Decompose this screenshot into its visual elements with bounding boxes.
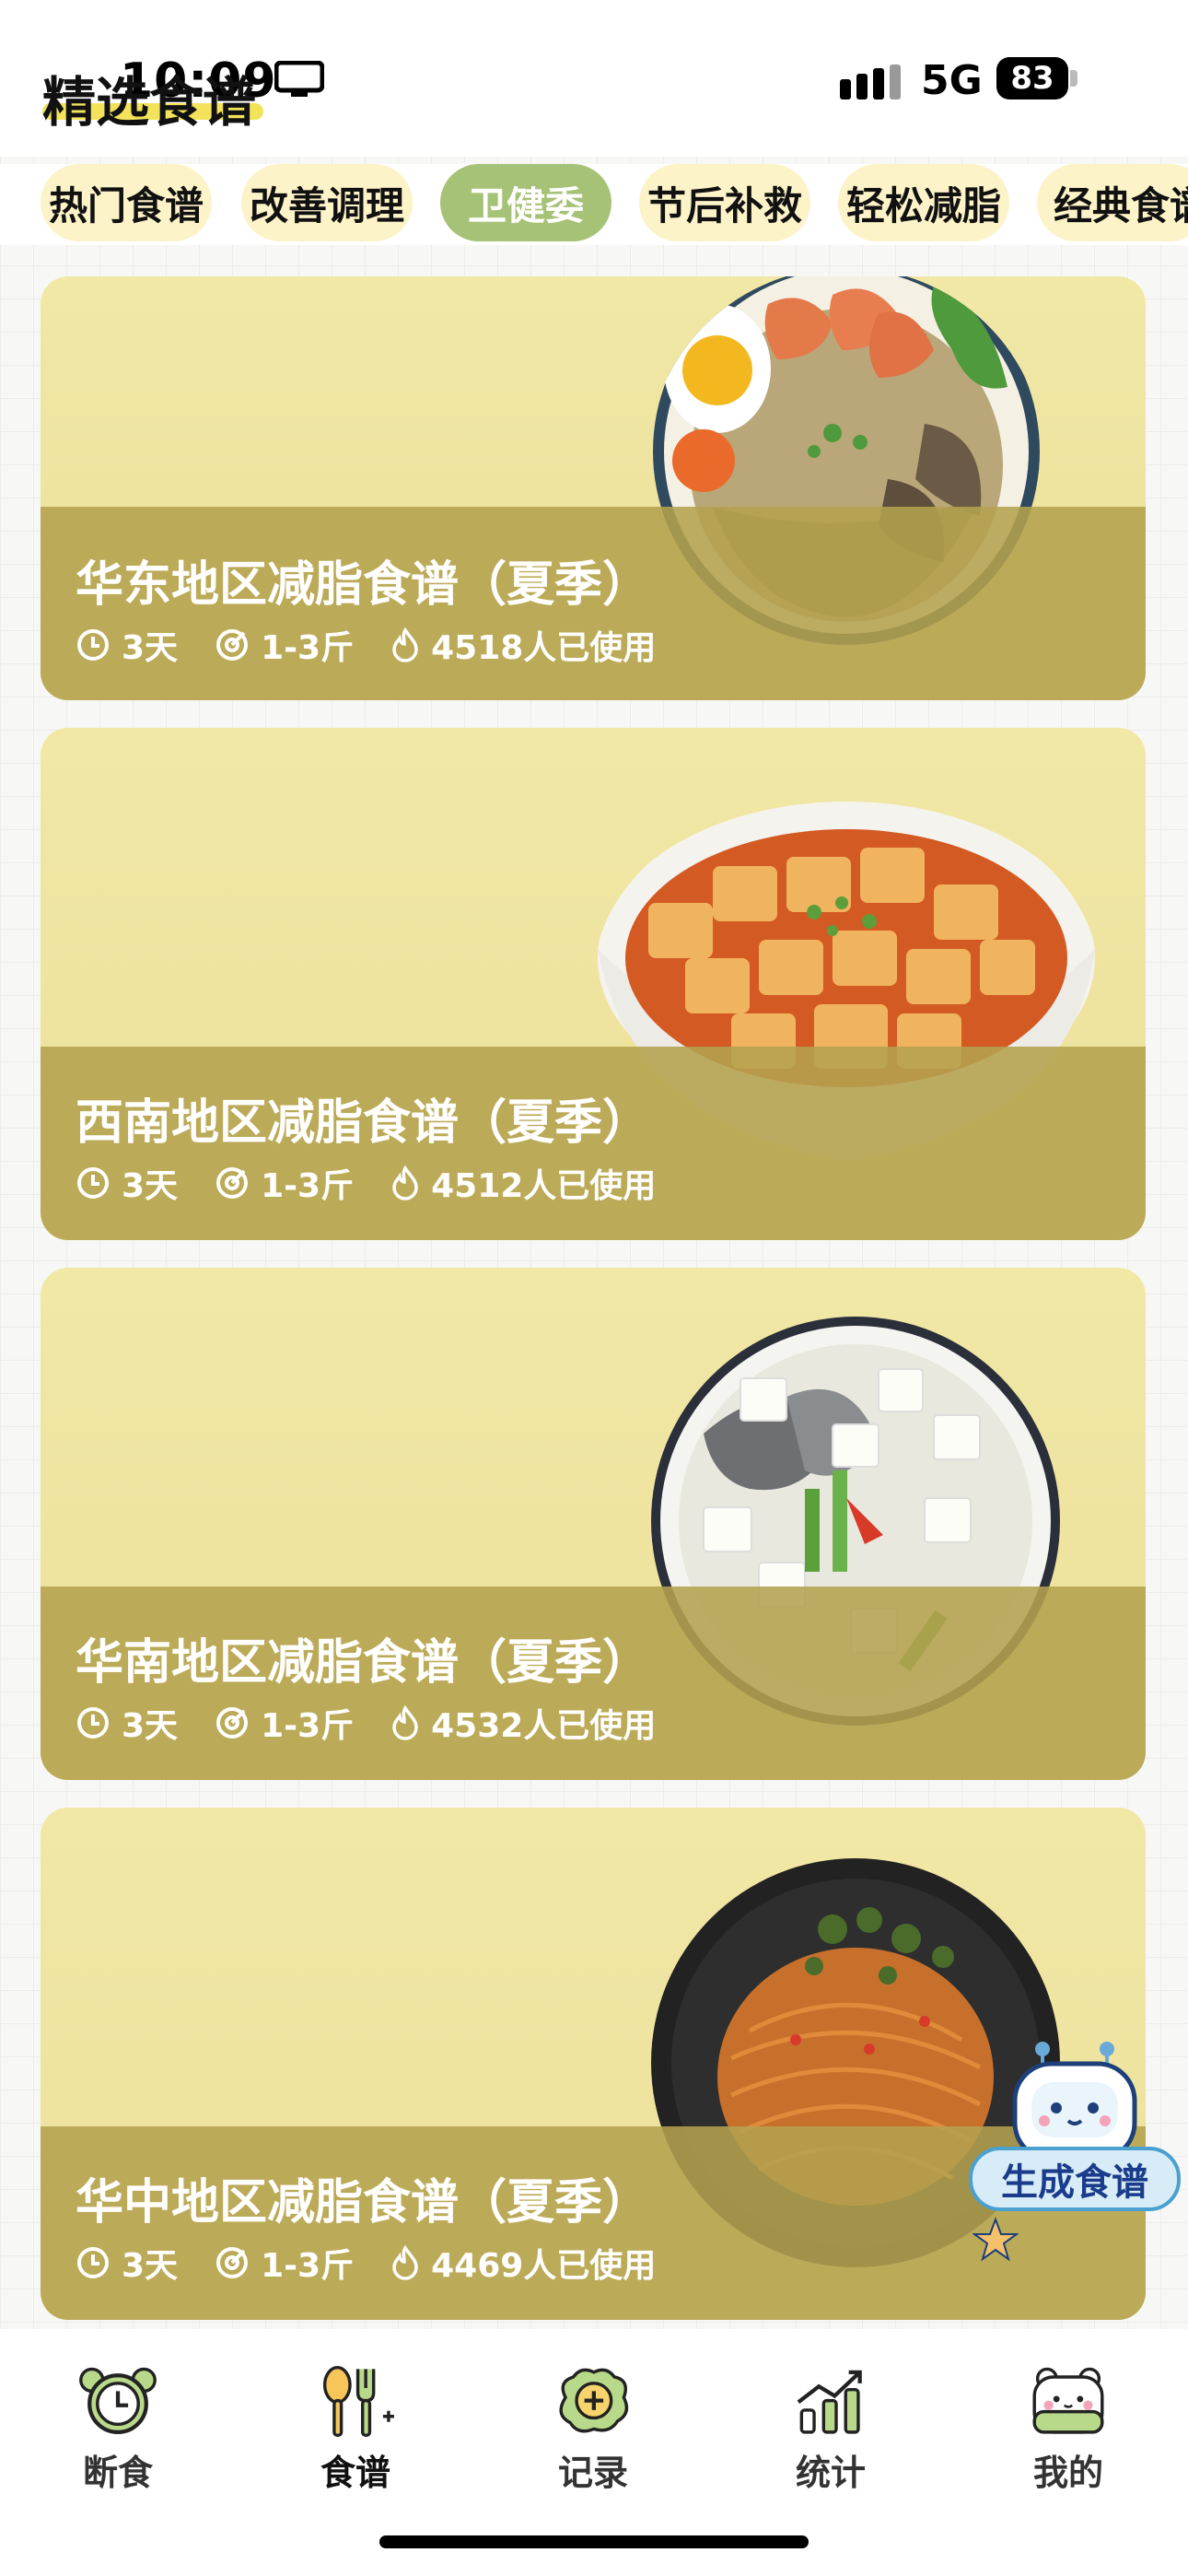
recipe-title: 华东地区减脂食谱（夏季） xyxy=(76,556,651,613)
tab-post-holiday[interactable]: 节后补救 xyxy=(639,164,810,241)
home-indicator xyxy=(379,2535,809,2548)
usage-count: 4518人已使用 xyxy=(390,621,656,669)
recipe-meta: 3天 1-3斤 4512人已使用 xyxy=(76,1159,693,1207)
bear-face-icon xyxy=(1032,2367,1104,2434)
tab-hot-recipes[interactable]: 热门食谱 xyxy=(41,164,212,241)
target-icon xyxy=(216,2247,249,2278)
recipe-days: 3天 xyxy=(122,2247,179,2285)
flame-icon xyxy=(392,627,418,662)
recipe-title: 华中地区减脂食谱（夏季） xyxy=(76,2174,651,2231)
recipe-weight: 1-3斤 xyxy=(261,2247,355,2285)
star-icon xyxy=(973,2217,1019,2262)
weight-goal: 1-3斤 xyxy=(215,621,354,669)
usage-count: 4512人已使用 xyxy=(390,1159,656,1207)
weight-goal: 1-3斤 xyxy=(215,1159,354,1207)
nav-recipes-label: 食谱 xyxy=(320,2453,390,2493)
plus-cloud-icon xyxy=(559,2368,629,2433)
duration: 3天 xyxy=(76,1159,178,1207)
category-tabs: 热门食谱 改善调理 卫健委 节后补救 轻松减脂 经典食谱 xyxy=(0,164,1188,245)
alarm-clock-icon xyxy=(79,2367,157,2435)
flame-icon xyxy=(392,1705,418,1740)
page-title: 精选食谱 xyxy=(42,71,257,134)
clock-icon xyxy=(77,2247,109,2278)
recipe-days: 3天 xyxy=(122,1707,179,1745)
nav-fasting-label: 断食 xyxy=(82,2453,153,2493)
recipe-users: 4518人已使用 xyxy=(431,629,657,667)
duration: 3天 xyxy=(76,1699,178,1747)
recipe-card[interactable]: 华南地区减脂食谱（夏季） 3天 1-3斤 4532人已使用 xyxy=(41,1268,1146,1780)
recipe-meta: 3天 1-3斤 4532人已使用 xyxy=(76,1699,693,1747)
flame-icon xyxy=(392,2245,418,2280)
target-icon xyxy=(216,1707,249,1739)
nav-profile[interactable]: 我的 xyxy=(995,2366,1142,2495)
recipe-title: 西南地区减脂食谱（夏季） xyxy=(76,1095,651,1151)
generate-recipe-label: 生成食谱 xyxy=(969,2147,1181,2211)
target-icon xyxy=(216,629,249,661)
nav-record[interactable]: 记录 xyxy=(519,2366,667,2495)
tab-health-commission[interactable]: 卫健委 xyxy=(440,164,611,241)
target-icon xyxy=(216,1167,249,1199)
recipe-users: 4512人已使用 xyxy=(431,1167,657,1205)
weight-goal: 1-3斤 xyxy=(215,1699,354,1747)
nav-statistics-label: 统计 xyxy=(795,2453,866,2493)
tab-easy-fat-loss[interactable]: 轻松减脂 xyxy=(838,164,1009,241)
usage-count: 4532人已使用 xyxy=(390,1699,656,1747)
usage-count: 4469人已使用 xyxy=(390,2239,656,2287)
spoon-fork-icon xyxy=(322,2366,394,2437)
tab-classic-recipes[interactable]: 经典食谱 xyxy=(1037,164,1188,241)
nav-fasting[interactable]: 断食 xyxy=(44,2366,192,2495)
chart-icon xyxy=(797,2370,862,2434)
recipe-weight: 1-3斤 xyxy=(261,629,355,667)
nav-record-label: 记录 xyxy=(557,2453,628,2493)
clock-icon xyxy=(77,1167,109,1199)
recipe-weight: 1-3斤 xyxy=(261,1167,355,1205)
recipe-title: 华南地区减脂食谱（夏季） xyxy=(76,1634,651,1691)
recipe-days: 3天 xyxy=(122,1167,179,1205)
recipe-meta: 3天 1-3斤 4469人已使用 xyxy=(76,2239,693,2287)
duration: 3天 xyxy=(76,621,178,669)
generate-recipe-button[interactable]: 生成食谱 xyxy=(969,2036,1181,2276)
recipe-weight: 1-3斤 xyxy=(261,1707,355,1745)
nav-profile-label: 我的 xyxy=(1032,2453,1103,2493)
duration: 3天 xyxy=(76,2239,178,2287)
robot-mascot-icon xyxy=(1012,2042,1137,2162)
flame-icon xyxy=(392,1165,418,1200)
recipe-meta: 3天 1-3斤 4518人已使用 xyxy=(76,621,693,669)
nav-recipes[interactable]: 食谱 xyxy=(282,2366,429,2495)
weight-goal: 1-3斤 xyxy=(215,2239,354,2287)
recipe-card[interactable]: 西南地区减脂食谱（夏季） 3天 1-3斤 4512人已使用 xyxy=(41,728,1146,1240)
clock-icon xyxy=(77,629,109,661)
nav-statistics[interactable]: 统计 xyxy=(757,2366,904,2495)
recipe-users: 4532人已使用 xyxy=(431,1707,657,1745)
recipe-days: 3天 xyxy=(122,629,179,667)
recipe-card[interactable]: 华东地区减脂食谱（夏季） 3天 1-3斤 4518人已使用 xyxy=(41,276,1146,700)
clock-icon xyxy=(77,1707,109,1739)
tab-improve-conditioning[interactable]: 改善调理 xyxy=(241,164,413,241)
recipe-users: 4469人已使用 xyxy=(431,2247,657,2285)
